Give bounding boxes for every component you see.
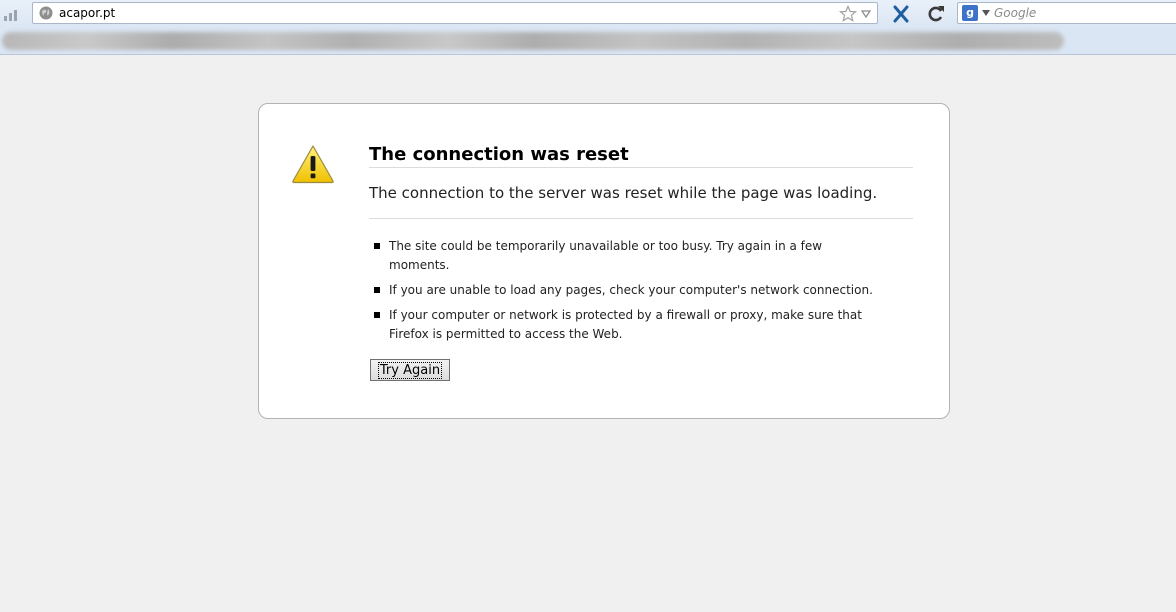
google-icon[interactable]: g	[962, 5, 978, 21]
url-bar[interactable]: acapor.pt	[32, 2, 878, 24]
globe-icon	[39, 6, 53, 20]
error-description: The connection to the server was reset w…	[369, 184, 913, 219]
search-placeholder[interactable]: Google	[994, 6, 1036, 20]
warning-icon	[292, 145, 334, 184]
signal-icon	[4, 10, 17, 21]
list-item: If you are unable to load any pages, che…	[369, 281, 879, 300]
error-suggestions-list: The site could be temporarily unavailabl…	[369, 237, 879, 350]
error-page-container: The connection was reset The connection …	[258, 103, 950, 419]
list-item-text: If you are unable to load any pages, che…	[389, 283, 873, 297]
url-text[interactable]: acapor.pt	[59, 6, 115, 20]
history-dropdown-icon[interactable]	[861, 9, 871, 19]
try-again-label[interactable]: Try Again	[377, 361, 443, 379]
try-again-button[interactable]: Try Again	[370, 359, 450, 381]
list-item-text: If your computer or network is protected…	[389, 308, 862, 341]
error-title: The connection was reset	[369, 144, 913, 168]
bullet-icon	[374, 243, 380, 249]
bookmark-star-icon[interactable]	[839, 5, 857, 23]
redacted-bookmarks	[2, 32, 1064, 50]
stop-button[interactable]	[891, 4, 911, 24]
bullet-icon	[374, 312, 380, 318]
reload-button[interactable]	[926, 4, 946, 24]
list-item-text: The site could be temporarily unavailabl…	[389, 239, 823, 272]
bookmarks-toolbar	[0, 28, 1176, 55]
list-item: If your computer or network is protected…	[369, 306, 879, 344]
list-item: The site could be temporarily unavailabl…	[369, 237, 879, 275]
engine-dropdown-icon[interactable]	[982, 10, 990, 16]
bullet-icon	[374, 287, 380, 293]
navigation-toolbar: acapor.pt g Google	[0, 0, 1176, 28]
search-bar[interactable]: g Google	[957, 2, 1176, 24]
